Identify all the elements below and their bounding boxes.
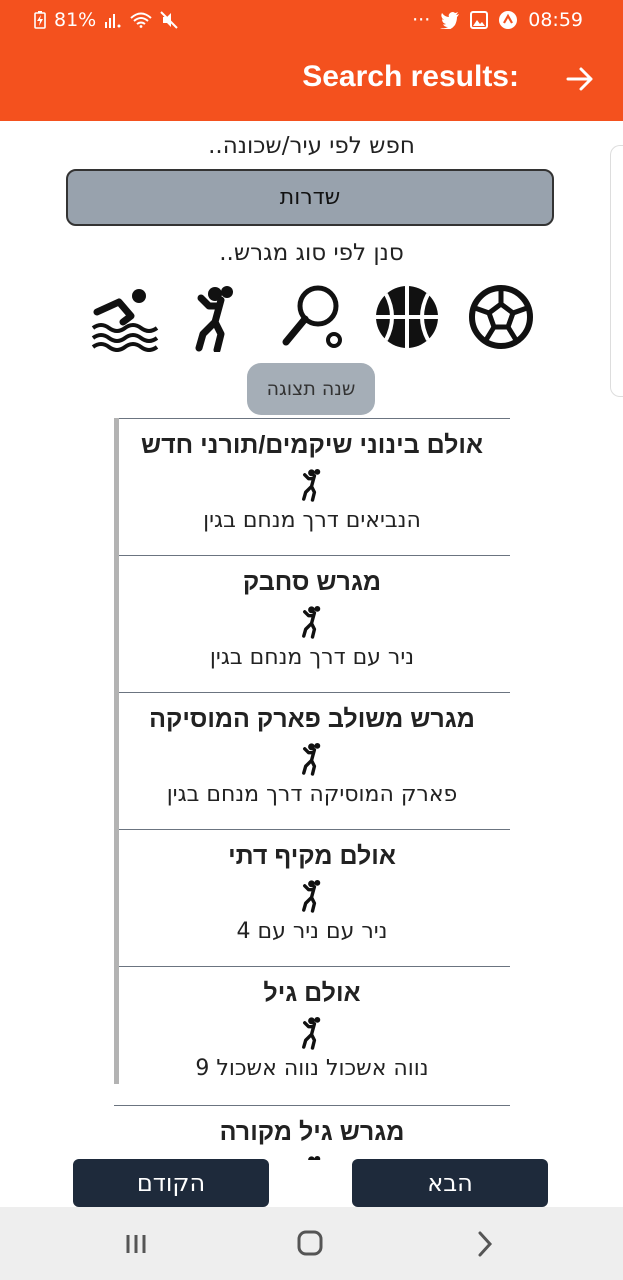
gallery-icon xyxy=(470,11,489,29)
city-search-input[interactable]: שדרות xyxy=(66,169,554,226)
handball-icon xyxy=(302,605,321,639)
results-scrollbar[interactable] xyxy=(114,418,119,1084)
clock: 08:59 xyxy=(528,9,583,31)
more-notifications-icon: ··· xyxy=(412,9,431,31)
battery-percentage: 81% xyxy=(54,9,97,31)
court-address: ניר עם ניר עם 4 xyxy=(236,919,388,944)
soccer-ball-icon[interactable] xyxy=(466,282,536,352)
basketball-icon[interactable] xyxy=(372,282,442,352)
list-item[interactable]: אולם גיל נווה אשכול נווה אשכול 9 xyxy=(114,966,510,1103)
list-item[interactable]: מגרש גיל מקורה xyxy=(114,1105,510,1160)
list-item[interactable]: אולם מקיף דתי ניר עם ניר עם 4 xyxy=(114,829,510,966)
court-name: אולם מקיף דתי xyxy=(228,842,396,870)
court-type-label: סנן לפי סוג מגרש.. xyxy=(219,240,404,266)
court-address: הנביאים דרך מנחם בגין xyxy=(203,508,421,533)
battery-icon xyxy=(34,11,46,29)
list-item[interactable]: אולם בינוני שיקמים/תורני חדש הנביאים דרך… xyxy=(114,418,510,555)
signal-icon xyxy=(105,14,121,28)
handball-icon xyxy=(302,1016,321,1050)
results-list[interactable]: אולם בינוני שיקמים/תורני חדש הנביאים דרך… xyxy=(114,418,510,1160)
page-title: Search results: xyxy=(302,60,519,93)
home-icon[interactable] xyxy=(290,1227,330,1261)
twitter-icon xyxy=(440,11,460,29)
tennis-racket-icon[interactable] xyxy=(278,282,348,352)
handball-icon xyxy=(302,742,321,776)
arrow-right-icon[interactable] xyxy=(563,62,597,96)
swimming-icon[interactable] xyxy=(89,282,159,352)
wifi-icon xyxy=(130,12,152,28)
change-view-button[interactable]: שנה תצוגה xyxy=(247,363,375,415)
handball-icon xyxy=(308,1155,321,1160)
page-scroll-indicator[interactable] xyxy=(610,145,623,397)
mute-icon xyxy=(160,11,178,29)
recent-apps-icon[interactable] xyxy=(116,1227,156,1261)
system-navigation-bar xyxy=(0,1207,623,1280)
next-button[interactable]: הבא xyxy=(352,1159,548,1207)
list-item[interactable]: מגרש סחבק ניר עם דרך מנחם בגין xyxy=(114,555,510,692)
app-notification-icon xyxy=(499,11,518,29)
handball-icon xyxy=(302,468,321,502)
court-address: פארק המוסיקה דרך מנחם בגין xyxy=(166,782,458,807)
court-address: נווה אשכול נווה אשכול 9 xyxy=(195,1056,429,1081)
handball-icon xyxy=(302,879,321,913)
court-name: אולם בינוני שיקמים/תורני חדש xyxy=(141,431,483,459)
previous-button[interactable]: הקודם xyxy=(73,1159,269,1207)
court-name: מגרש סחבק xyxy=(242,568,382,596)
court-name: מגרש גיל מקורה xyxy=(219,1118,405,1146)
back-nav-icon[interactable] xyxy=(464,1227,504,1261)
court-name: אולם גיל xyxy=(263,979,361,1007)
list-item[interactable]: מגרש משולב פארק המוסיקה פארק המוסיקה דרך… xyxy=(114,692,510,829)
handball-icon[interactable] xyxy=(181,282,251,352)
status-bar: 81% ··· 08:59 xyxy=(0,0,623,40)
court-name: מגרש משולב פארק המוסיקה xyxy=(149,705,475,733)
city-search-label: חפש לפי עיר/שכונה.. xyxy=(208,133,415,159)
sport-filter-row xyxy=(0,282,623,352)
app-bar: Search results: xyxy=(0,40,623,121)
court-address: ניר עם דרך מנחם בגין xyxy=(209,645,415,670)
